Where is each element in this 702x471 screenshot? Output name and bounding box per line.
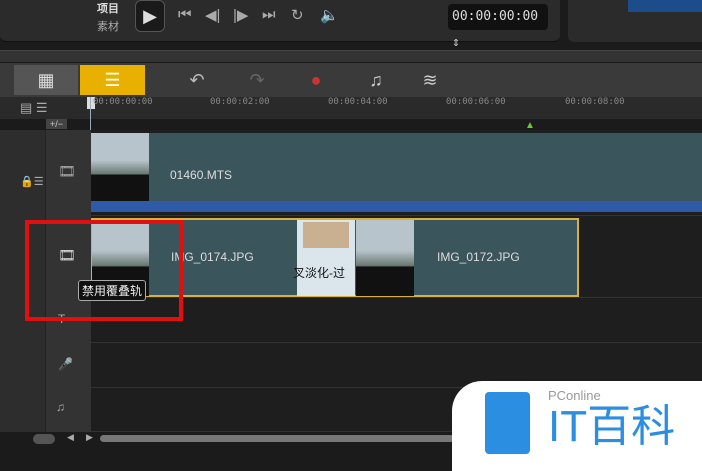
timeline-scrollbar[interactable]	[100, 435, 500, 442]
clip-thumbnail	[91, 133, 149, 201]
undo-icon[interactable]: ↶	[185, 65, 209, 95]
ruler-tick: 00:00:06:00	[446, 97, 506, 107]
volume-icon[interactable]: 🔈	[320, 6, 339, 24]
record-capture-icon[interactable]: ●	[302, 65, 330, 95]
transition-thumbnail	[303, 222, 349, 248]
go-start-icon[interactable]: ⏮	[178, 6, 192, 23]
zoom-fit-button[interactable]	[33, 434, 55, 444]
overlay-clip-name: IMG_0172.JPG	[437, 250, 520, 264]
transition-name: 叉淡化-过	[293, 266, 345, 280]
next-frame-icon[interactable]: |▶	[233, 6, 248, 24]
smart-proxy-icon[interactable]: ≋	[416, 65, 444, 95]
go-end-icon[interactable]: ⏭	[262, 6, 276, 23]
ripple-edit-icon[interactable]: 🔒☰	[20, 175, 44, 188]
voice-track-icon[interactable]: 🎤	[58, 357, 73, 371]
auto-music-icon[interactable]: ♫	[362, 65, 390, 95]
redo-icon[interactable]: ↷	[245, 65, 269, 95]
prev-frame-icon[interactable]: ◀|	[205, 6, 220, 24]
watermark-title: IT百科	[548, 402, 676, 451]
clip-thumbnail	[356, 220, 414, 296]
ruler-tick: 00:00:08:00	[565, 97, 625, 107]
library-thumbnail[interactable]	[628, 0, 702, 12]
video-clip-name: 01460.MTS	[170, 168, 233, 182]
watermark-logo	[485, 392, 530, 454]
ruler-tick: 00:00:00:00	[93, 97, 153, 107]
play-button[interactable]: ▶	[135, 0, 165, 32]
timecode-value[interactable]: 00:00:00:00	[452, 9, 538, 24]
scroll-right-icon[interactable]: ▶	[86, 432, 93, 443]
video-clip[interactable]	[91, 133, 702, 201]
music-track-icon[interactable]: ♫	[56, 400, 65, 414]
repeat-icon[interactable]: ↻	[291, 6, 304, 24]
highlight-box	[25, 220, 183, 321]
clip-mode-label[interactable]: 素材	[97, 18, 119, 34]
watermark-brand: PConline	[548, 388, 601, 403]
add-remove-track-button[interactable]: +/−	[46, 119, 68, 129]
timecode-field[interactable]: 00:00:00:00 ⇕	[448, 4, 548, 50]
show-all-tracks-icon[interactable]: ▤ ☰	[20, 100, 48, 116]
ruler-tick: 00:00:04:00	[328, 97, 388, 107]
video-track-icon[interactable]: 🎞	[58, 163, 76, 180]
scroll-left-icon[interactable]: ◀	[67, 432, 74, 443]
storyboard-view-button[interactable]: ▦	[14, 65, 78, 95]
panel-divider[interactable]	[0, 50, 702, 62]
timecode-stepper-icon[interactable]: ⇕	[452, 35, 460, 50]
audio-waveform-bar[interactable]	[91, 201, 702, 212]
overlay-clip-name: IMG_0174.JPG	[171, 250, 254, 264]
project-mode-label[interactable]: 项目	[97, 0, 119, 16]
timeline-view-button[interactable]: ☰	[80, 65, 145, 95]
ruler-tick: 00:00:02:00	[210, 97, 270, 107]
